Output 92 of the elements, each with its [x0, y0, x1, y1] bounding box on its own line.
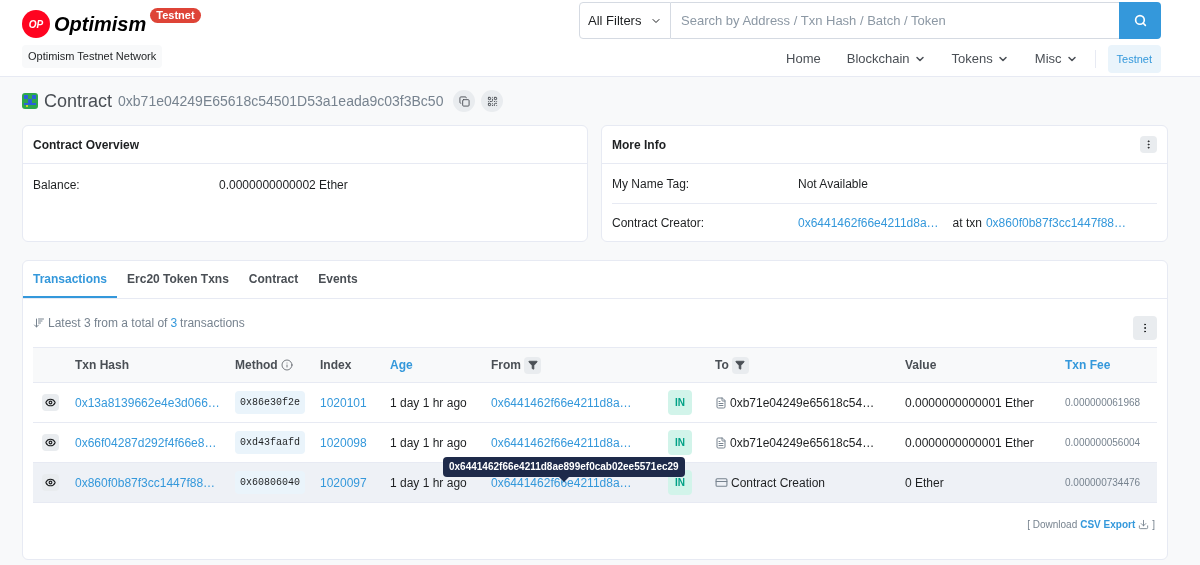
search-field[interactable]: Search by Address / Txn Hash / Batch / Token	[671, 2, 1119, 39]
column-header[interactable]: Age	[390, 356, 413, 374]
nav-link[interactable]: Misc	[1021, 49, 1091, 69]
method-badge: 0xd43faafd	[235, 431, 305, 454]
name-tag-value: Not Available	[798, 175, 868, 193]
search-button[interactable]	[1119, 2, 1161, 39]
download-icon	[1138, 519, 1150, 530]
network-badge: Testnet	[150, 8, 201, 23]
balance-value: 0.0000000000002 Ether	[219, 177, 348, 194]
tab[interactable]: Erc20 Token Txns	[117, 261, 239, 298]
eye-icon	[45, 437, 56, 448]
filter-icon	[735, 360, 746, 370]
column-header: Txn Hash	[75, 357, 129, 374]
to-text: Contract Creation	[731, 474, 826, 492]
to-address-link[interactable]: 0xb71e04249e65618c54…	[730, 433, 875, 452]
txn-hash-link[interactable]: 0x66f04287d292f4f66e8…	[75, 433, 235, 452]
creator-address-link[interactable]: 0x6441462f66e4211d8a…	[798, 214, 939, 232]
txn-hash-link[interactable]: 0x860f0b87f3cc1447f88…	[75, 473, 235, 492]
tab[interactable]: Transactions	[23, 261, 118, 298]
fee-text: 0.000000056004	[1065, 436, 1142, 450]
address-tooltip: 0x6441462f66e4211d8ae899ef0cab02ee5571ec29	[443, 457, 685, 477]
tab[interactable]: Events	[308, 261, 368, 298]
card-title: More Info	[612, 136, 666, 154]
download-text: [ Download	[1027, 518, 1078, 532]
filter-button[interactable]	[524, 356, 541, 374]
summary-text: Latest 3 from a total of	[48, 315, 168, 332]
filter-icon	[527, 360, 538, 370]
method-badge: 0x86e30f2e	[235, 391, 305, 414]
preview-button[interactable]	[42, 434, 59, 451]
csv-export-link[interactable]: CSV Export	[1080, 517, 1136, 532]
preview-button[interactable]	[42, 394, 59, 411]
field-label: Balance:	[33, 177, 81, 194]
field-label: My Name Tag:	[612, 175, 691, 193]
column-header: Value	[905, 357, 937, 374]
creation-txn-link[interactable]: 0x860f0b87f3cc1447f88…	[985, 214, 1127, 232]
document-icon	[715, 396, 727, 409]
more-options-button[interactable]	[1140, 136, 1157, 153]
value-text: 0.0000000000001 Ether	[905, 434, 1035, 452]
logo-text: Optimism	[54, 12, 147, 37]
fee-text: 0.000000061968	[1065, 396, 1142, 410]
column-header: Index	[320, 357, 352, 374]
preview-button[interactable]	[42, 474, 59, 491]
direction-badge: IN	[668, 390, 692, 415]
fee-text: 0.000000734476	[1065, 476, 1142, 490]
copy-button[interactable]	[453, 90, 476, 112]
tab[interactable]: Contract	[238, 261, 309, 298]
contract-avatar-icon	[22, 93, 38, 109]
filter-button[interactable]	[731, 356, 749, 374]
sort-icon	[33, 317, 45, 329]
block-index-link[interactable]: 1020097	[320, 473, 390, 492]
copy-icon	[458, 95, 470, 107]
block-index-link[interactable]: 1020101	[320, 393, 390, 412]
summary-text: transactions	[180, 315, 245, 332]
column-header: Method	[235, 357, 278, 374]
column-header: To	[715, 357, 729, 374]
column-header: From	[491, 357, 521, 374]
eye-icon	[45, 397, 56, 408]
network-label: Optimism Testnet Network	[22, 45, 163, 68]
card-title: Contract Overview	[33, 136, 140, 154]
document-icon	[715, 436, 727, 449]
age-text: 1 day 1 hr ago	[390, 474, 468, 492]
nav-link[interactable]: Tokens	[938, 49, 1022, 69]
value-text: 0 Ether	[905, 474, 945, 492]
age-text: 1 day 1 hr ago	[390, 434, 468, 452]
column-header[interactable]: Txn Fee	[1065, 356, 1111, 374]
to-address-link[interactable]: 0xb71e04249e65618c54…	[730, 393, 875, 412]
age-text: 1 day 1 hr ago	[390, 394, 468, 412]
txn-hash-link[interactable]: 0x13a8139662e4e3d066…	[75, 393, 235, 412]
nav-link[interactable]: Home	[773, 49, 834, 69]
value-text: 0.0000000000001 Ether	[905, 394, 1035, 412]
from-address-link[interactable]: 0x6441462f66e4211d8a…	[491, 393, 668, 412]
bracket-text: ]	[1152, 518, 1155, 532]
nav-link[interactable]: Blockchain	[833, 49, 939, 69]
direction-badge: IN	[668, 430, 692, 455]
at-txn-label: at txn	[952, 215, 982, 232]
count-link[interactable]: 3	[170, 314, 178, 332]
contract-address: 0xb71e04249E65618c54501D53a1eada9c03f3Bc50	[118, 91, 444, 111]
network-badge[interactable]: Testnet	[1107, 44, 1161, 74]
info-icon	[280, 359, 293, 371]
from-address-link[interactable]: 0x6441462f66e4211d8a…	[491, 433, 668, 452]
method-badge: 0x60806040	[235, 471, 305, 494]
eye-icon	[45, 477, 56, 488]
logo-icon: OP	[22, 10, 50, 38]
tooltip-arrow	[558, 477, 569, 482]
field-label: Contract Creator:	[612, 215, 706, 232]
qr-code-button[interactable]	[481, 90, 504, 112]
qr-code-icon	[486, 95, 498, 107]
page-title: Contract	[44, 89, 113, 113]
block-index-link[interactable]: 1020098	[320, 433, 390, 452]
filter-dropdown[interactable]: All Filters	[579, 2, 671, 39]
search-icon	[1133, 14, 1147, 27]
card-icon	[715, 476, 728, 489]
